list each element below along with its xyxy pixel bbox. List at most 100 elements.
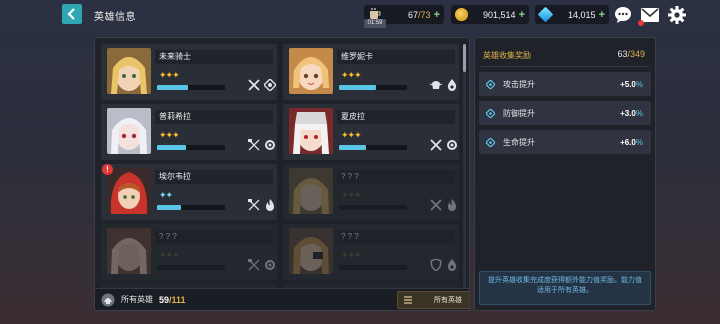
class-icon [247,138,261,152]
hero-stars: ✦✦✦ [341,250,362,260]
hero-portrait [289,108,333,154]
gear-element-icon [447,140,457,150]
reward-title: 英雄收集奖励 [483,51,531,60]
fire-icon [266,199,274,211]
scrollbar-thumb[interactable] [463,44,466,72]
reward-label: 生命提升 [503,137,535,147]
hero-name: ? ? ? [337,230,455,244]
hero-progress-bar [339,145,407,150]
class-icon [429,78,443,92]
class-icon [247,258,261,272]
hero-portrait [107,108,151,154]
element-icon [263,258,277,272]
reward-label: 防御提升 [503,108,535,118]
reward-info-note: 提升英雄收集完成度获得额外能力值奖励。能力值适用于所有英雄。 [479,271,651,305]
gem-counter[interactable]: 14,015 + [535,5,609,24]
fire-icon [448,199,456,211]
hero-portrait [289,48,333,94]
hero-progress-bar [339,85,407,90]
gold-plus-button[interactable]: + [519,9,525,21]
hero-portrait [289,168,333,214]
reward-value: +3.0% [620,108,643,118]
class-icon [247,198,261,212]
stamina-plus-button[interactable]: + [434,9,440,21]
hero-name: 埃尔韦拉 [155,170,273,184]
element-icon [445,258,459,272]
gem-plus-button[interactable]: + [599,9,605,21]
hero-progress-bar [339,265,407,270]
top-bar: 英雄信息 67/73 + 01:59 901,514 + 14,015 + [0,0,720,30]
water-drop-icon [447,259,457,271]
crossed-swords-icon [248,79,260,91]
crossed-tools-icon [248,199,260,211]
hero-portrait [107,168,151,214]
hero-stars: ✦✦✦ [341,70,362,80]
hero-progress-bar [157,265,225,270]
hero-stars: ✦✦✦ [341,190,362,200]
gear-element-icon [265,140,275,150]
list-scrollbar[interactable] [463,44,466,306]
gear-element-icon [265,260,275,270]
settings-button[interactable] [667,5,686,24]
alert-badge: ! [102,164,113,175]
hero-name: 维罗妮卡 [337,50,455,64]
hero-name: ? ? ? [337,170,455,184]
page-title: 英雄信息 [94,12,136,23]
reward-row-health: 生命提升 +6.0% [479,130,651,154]
mail-button[interactable] [638,5,659,26]
hero-card[interactable]: ! 埃尔韦拉 ✦✦ [101,164,277,220]
hero-progress-bar [157,85,225,90]
hero-card[interactable]: 未来骑士 ✦✦✦ [101,44,277,100]
hero-portrait [107,228,151,274]
gold-counter[interactable]: 901,514 + [451,5,529,24]
hero-portrait [289,228,333,274]
notification-dot [638,20,644,26]
hero-helmet-icon [101,293,115,306]
hero-progress-bar [157,205,225,210]
reward-row-defense: 防御提升 +3.0% [479,101,651,125]
winged-helmet-icon [430,81,442,89]
element-icon [263,78,277,92]
shield-icon [430,259,442,271]
hero-card[interactable]: 维罗妮卡 ✦✦✦ [283,44,459,100]
back-button[interactable] [62,4,82,24]
crossed-tools-icon [248,139,260,151]
hero-name: ? ? ? [155,230,273,244]
gem-value: 14,015 [568,9,596,20]
hero-card[interactable]: 普莉希拉 ✦✦✦ [101,104,277,160]
hero-progress-bar [157,145,225,150]
reward-row-attack: 攻击提升 +5.0% [479,72,651,96]
diamond-bullet-icon [486,79,495,89]
hero-stars: ✦✦✦ [341,130,362,140]
hero-list-footer: 所有英雄 59/111 所有英雄 [95,288,469,310]
stamina-value: 67/73 [408,9,431,20]
chevron-left-icon [67,8,75,20]
chat-button[interactable] [613,5,632,24]
reward-label: 攻击提升 [503,79,535,89]
class-icon [247,78,261,92]
element-icon [263,138,277,152]
reward-value: +5.0% [620,79,643,89]
hero-card-locked[interactable]: ? ? ? ✦✦✦ [101,224,277,280]
hero-card-locked[interactable]: ? ? ? ✦✦✦ [283,164,459,220]
hero-card-locked[interactable]: ? ? ? ✦✦✦ [283,224,459,280]
gold-coin-icon [455,8,468,21]
hero-progress-fill [157,85,188,90]
crossed-swords-icon [430,139,442,151]
diamond-bullet-icon [486,137,495,147]
element-icon [445,198,459,212]
hero-progress-fill [339,145,367,150]
reward-count: 63/349 [617,49,645,59]
hero-progress-fill [339,85,377,90]
light-element-icon [264,79,276,91]
hero-count-label: 所有英雄 [121,295,153,304]
hero-card[interactable]: 夏皮拉 ✦✦✦ [283,104,459,160]
class-icon [429,258,443,272]
diamond-bullet-icon [486,108,495,118]
hero-name: 普莉希拉 [155,110,273,124]
filter-dropdown-button[interactable]: 所有英雄 [397,291,469,309]
stamina-timer: 01:59 [364,19,386,28]
hero-progress-fill [157,205,181,210]
class-icon [429,138,443,152]
chat-bubble-icon [614,7,631,23]
